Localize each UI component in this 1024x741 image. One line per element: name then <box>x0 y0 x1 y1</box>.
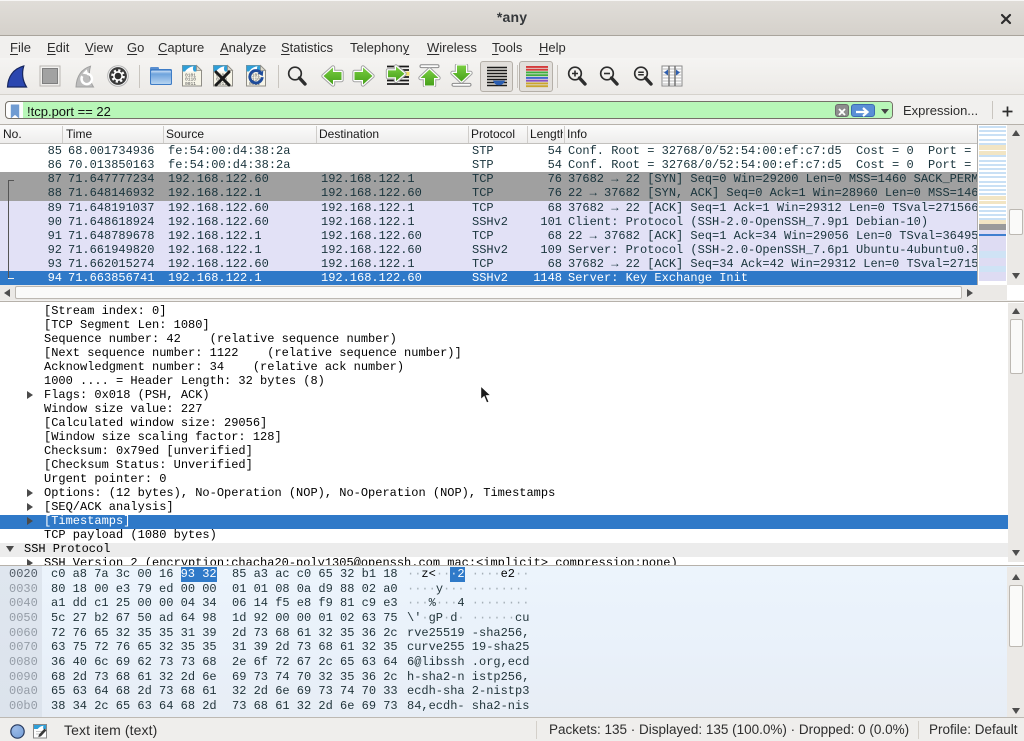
svg-text:0011: 0011 <box>185 81 196 87</box>
